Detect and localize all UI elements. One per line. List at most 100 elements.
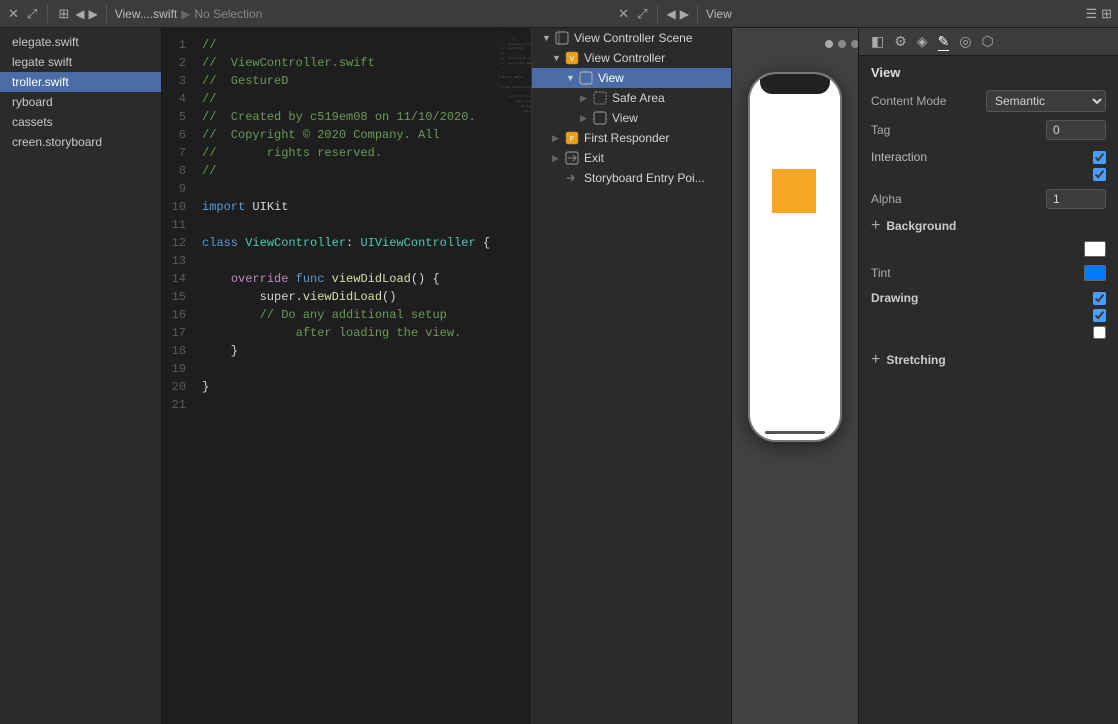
toolbar-icon-nav-right[interactable]: ▶ bbox=[88, 7, 97, 21]
breadcrumb-file[interactable]: View....swift bbox=[115, 7, 177, 21]
code-line-6: // Copyright © 2020 Company. All bbox=[194, 126, 498, 144]
drawing-row2 bbox=[859, 307, 1118, 324]
code-line-4: // bbox=[194, 90, 498, 108]
tree-item-vc[interactable]: ▼ V View Controller bbox=[532, 48, 731, 68]
file-item-legate[interactable]: legate swift bbox=[0, 52, 161, 72]
storyboard-breadcrumb-view: View bbox=[706, 7, 732, 21]
toolbar-divider2 bbox=[106, 5, 107, 23]
storyboard-icon-list[interactable]: ☰ bbox=[1085, 6, 1097, 22]
arrow-view-sub: ▶ bbox=[580, 113, 592, 124]
breadcrumb-selection: No Selection bbox=[194, 7, 262, 21]
drawing-checkbox1[interactable] bbox=[1093, 292, 1106, 305]
tree-item-scene[interactable]: ▼ View Controller Scene bbox=[532, 28, 731, 48]
stretching-plus-btn[interactable]: + bbox=[871, 351, 880, 369]
breadcrumb-sep: ▶ bbox=[181, 7, 190, 21]
storyboard-nav-left[interactable]: ◀ bbox=[666, 7, 675, 21]
code-line-10 bbox=[194, 216, 498, 234]
icon-first-responder: F bbox=[564, 131, 580, 145]
iphone-notch bbox=[760, 74, 830, 94]
tree-item-storyboard-entry[interactable]: Storyboard Entry Poi... bbox=[532, 168, 731, 188]
tree-item-exit[interactable]: ▶ Exit bbox=[532, 148, 731, 168]
drawing-checkbox3[interactable] bbox=[1093, 326, 1106, 339]
toolbar-icon-nav-left[interactable]: ◀ bbox=[75, 7, 84, 21]
tree-item-view-sub[interactable]: ▶ View bbox=[532, 108, 731, 128]
toolbar-icon-expand[interactable]: ⤢ bbox=[25, 4, 39, 24]
tint-color-swatch[interactable] bbox=[1084, 265, 1106, 281]
alpha-row: Alpha bbox=[859, 185, 1118, 213]
file-item-screen[interactable]: creen.storyboard bbox=[0, 132, 161, 152]
iphone-home-indicator bbox=[765, 431, 825, 434]
canvas-area: 9:41 ●●● ▶ 🔋 bbox=[732, 28, 858, 724]
drawing-checkbox2[interactable] bbox=[1093, 309, 1106, 322]
interaction-section-header: Interaction bbox=[859, 144, 1118, 166]
interaction-row2 bbox=[859, 166, 1118, 185]
inspector-tab-size[interactable]: ◎ bbox=[959, 33, 971, 51]
inspector-panel: ◧ ⚙ ◈ ✎ ◎ ⬡ View Content Mode Semantic S… bbox=[858, 28, 1118, 724]
alpha-input[interactable] bbox=[1046, 189, 1106, 209]
code-line-12 bbox=[194, 252, 498, 270]
file-navigator: elegate.swift legate swift troller.swift… bbox=[0, 28, 162, 724]
content-mode-label: Content Mode bbox=[871, 94, 946, 108]
svg-text:V: V bbox=[570, 56, 575, 63]
background-color-row bbox=[859, 237, 1118, 261]
inspector-toolbar: ◧ ⚙ ◈ ✎ ◎ ⬡ bbox=[859, 28, 1118, 56]
interaction-checkbox[interactable] bbox=[1093, 151, 1106, 164]
breadcrumb-middle-expand[interactable]: ⤢ bbox=[635, 4, 649, 24]
drawing-section-header: Drawing bbox=[859, 285, 1118, 307]
toolbar-icon-grid[interactable]: ⊞ bbox=[56, 4, 71, 24]
file-item-cassets[interactable]: cassets bbox=[0, 112, 161, 132]
background-section-label: Background bbox=[886, 219, 956, 233]
tint-row: Tint bbox=[859, 261, 1118, 285]
content-mode-select[interactable]: Semantic Scale To Fill Aspect Fit Aspect… bbox=[986, 90, 1106, 112]
dot-3 bbox=[851, 40, 858, 48]
stretching-section-label: Stretching bbox=[886, 353, 945, 367]
code-editor[interactable]: 1 2 3 4 5 6 7 8 9 10 11 12 13 14 15 16 1… bbox=[162, 28, 532, 724]
alpha-label: Alpha bbox=[871, 192, 902, 206]
toolbar-divider bbox=[47, 5, 48, 23]
minimap: //// ViewController.swift// GestureD////… bbox=[498, 28, 532, 724]
icon-exit bbox=[564, 151, 580, 165]
view-sub-label: View bbox=[612, 111, 638, 125]
background-plus-btn[interactable]: + bbox=[871, 217, 880, 235]
tree-item-safe-area[interactable]: ▶ Safe Area bbox=[532, 88, 731, 108]
inspector-tab-quick[interactable]: ⚙ bbox=[894, 33, 907, 51]
drawing-section-label: Drawing bbox=[871, 291, 918, 305]
nav-tree-panel: ▼ View Controller Scene ▼ V View Control… bbox=[532, 28, 732, 724]
interaction-label: Interaction bbox=[871, 150, 927, 164]
storyboard-nav-right[interactable]: ▶ bbox=[680, 7, 689, 21]
code-line-5: // Created by c519em08 on 11/10/2020. bbox=[194, 108, 498, 126]
dot-1 bbox=[825, 40, 833, 48]
inspector-tab-attr[interactable]: ✎ bbox=[938, 33, 950, 51]
code-content[interactable]: // // ViewController.swift // GestureD /… bbox=[194, 28, 498, 724]
code-line-11: class ViewController: UIViewController { bbox=[194, 234, 498, 252]
file-item-ryboard[interactable]: ryboard bbox=[0, 92, 161, 112]
tree-item-first-responder[interactable]: ▶ F First Responder bbox=[532, 128, 731, 148]
arrow-vc: ▼ bbox=[552, 53, 564, 63]
inspector-tab-identity[interactable]: ◈ bbox=[917, 33, 928, 51]
exit-label: Exit bbox=[584, 151, 604, 165]
arrow-exit: ▶ bbox=[552, 153, 564, 164]
inspector-tab-file[interactable]: ◧ bbox=[871, 33, 884, 51]
toolbar-icon-x[interactable]: ✕ bbox=[6, 4, 21, 24]
icon-safe-area bbox=[592, 91, 608, 105]
tint-label: Tint bbox=[871, 266, 891, 280]
breadcrumb-middle-x[interactable]: ✕ bbox=[616, 4, 631, 24]
storyboard-icon-grid2[interactable]: ⊞ bbox=[1101, 6, 1112, 22]
tag-input[interactable] bbox=[1046, 120, 1106, 140]
file-item-elegate[interactable]: elegate.swift bbox=[0, 32, 161, 52]
code-line-2: // ViewController.swift bbox=[194, 54, 498, 72]
bg-color-swatch[interactable] bbox=[1084, 241, 1106, 257]
code-line-20 bbox=[194, 396, 498, 414]
code-line-17: } bbox=[194, 342, 498, 360]
tree-item-view[interactable]: ▼ View bbox=[532, 68, 731, 88]
code-line-8 bbox=[194, 180, 498, 198]
arrow-scene: ▼ bbox=[542, 33, 554, 43]
inspector-title-row: View bbox=[859, 56, 1118, 86]
line-numbers: 1 2 3 4 5 6 7 8 9 10 11 12 13 14 15 16 1… bbox=[162, 28, 194, 724]
code-line-13: override func viewDidLoad() { bbox=[194, 270, 498, 288]
code-line-18 bbox=[194, 360, 498, 378]
arrow-fr: ▶ bbox=[552, 133, 564, 144]
interaction-checkbox2[interactable] bbox=[1093, 168, 1106, 181]
file-item-troller[interactable]: troller.swift bbox=[0, 72, 161, 92]
inspector-tab-conn[interactable]: ⬡ bbox=[982, 33, 994, 51]
